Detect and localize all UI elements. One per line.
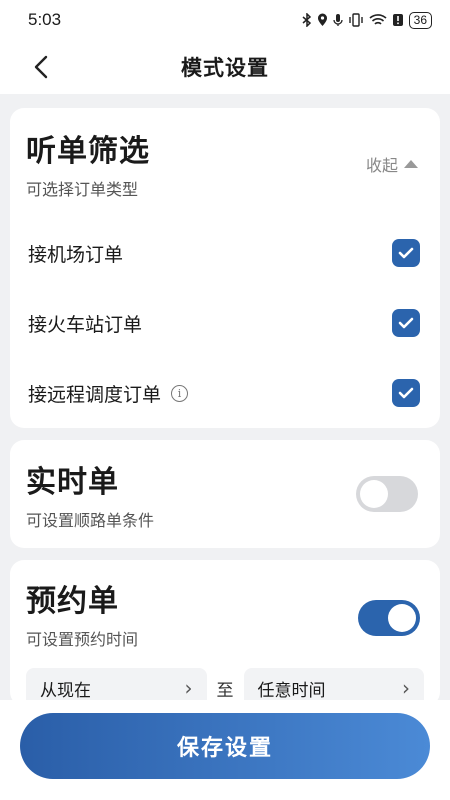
info-icon[interactable]: i bbox=[171, 384, 189, 402]
realtime-order-text: 实时单 可设置顺路单条件 bbox=[26, 457, 154, 531]
status-time: 5:03 bbox=[28, 10, 62, 29]
toggle-knob bbox=[388, 604, 416, 632]
realtime-order-toggle[interactable] bbox=[356, 476, 418, 512]
order-filter-subtitle: 可选择订单类型 bbox=[26, 180, 139, 199]
toggle-knob bbox=[360, 480, 388, 508]
booking-order-card: 预约单 可设置预约时间 从现在 › 至 任意时间 › bbox=[10, 560, 440, 708]
collapse-label: 收起 bbox=[365, 156, 398, 175]
vibrate-icon bbox=[348, 13, 363, 27]
time-range-separator: 至 bbox=[216, 680, 234, 701]
realtime-order-card: 实时单 可设置顺路单条件 bbox=[10, 440, 440, 548]
bluetooth-icon bbox=[302, 13, 311, 27]
mic-icon bbox=[332, 14, 343, 26]
option-airport-checkbox[interactable] bbox=[392, 239, 420, 267]
bottom-action-bar: 保存设置 bbox=[0, 700, 450, 800]
option-remote-dispatch-label-group: 接远程调度订单 i bbox=[28, 380, 189, 407]
chevron-left-icon bbox=[34, 55, 48, 79]
booking-order-toggle[interactable] bbox=[358, 600, 420, 636]
check-icon bbox=[398, 247, 414, 259]
start-time-label: 从现在 bbox=[40, 680, 91, 701]
option-train-station-row[interactable]: 接火车站订单 bbox=[26, 288, 424, 358]
save-settings-button[interactable]: 保存设置 bbox=[20, 713, 430, 779]
booking-order-title: 预约单 bbox=[26, 584, 119, 619]
collapse-button[interactable]: 收起 bbox=[366, 152, 418, 176]
battery-indicator: 36 bbox=[408, 11, 432, 29]
realtime-order-title: 实时单 bbox=[26, 465, 119, 500]
triangle-up-icon bbox=[404, 160, 418, 168]
option-remote-dispatch-checkbox[interactable] bbox=[392, 379, 420, 407]
alert-icon bbox=[392, 14, 403, 26]
status-icons: 36 bbox=[302, 11, 432, 29]
option-remote-dispatch-label: 接远程调度订单 bbox=[28, 383, 162, 406]
back-button[interactable] bbox=[26, 52, 56, 82]
check-icon bbox=[398, 317, 414, 329]
page-title: 模式设置 bbox=[181, 56, 269, 80]
option-train-station-label: 接火车站订单 bbox=[28, 313, 143, 336]
chevron-right-icon: › bbox=[184, 676, 193, 700]
option-airport-label: 接机场订单 bbox=[28, 243, 124, 266]
option-train-station-checkbox[interactable] bbox=[392, 309, 420, 337]
check-icon bbox=[398, 387, 414, 399]
nav-bar: 模式设置 bbox=[0, 40, 450, 94]
booking-order-header: 预约单 可设置预约时间 bbox=[26, 576, 424, 650]
location-icon bbox=[317, 13, 327, 26]
option-airport-row[interactable]: 接机场订单 bbox=[26, 218, 424, 288]
wifi-icon bbox=[369, 14, 387, 25]
order-filter-card: 听单筛选 可选择订单类型 收起 接机场订单 接火车站订单 接远程调度订单 i bbox=[10, 108, 440, 428]
order-filter-title: 听单筛选 bbox=[26, 134, 150, 169]
main-content: 听单筛选 可选择订单类型 收起 接机场订单 接火车站订单 接远程调度订单 i 实… bbox=[0, 94, 450, 708]
end-time-label: 任意时间 bbox=[257, 680, 326, 701]
chevron-right-icon: › bbox=[402, 676, 410, 700]
booking-order-text: 预约单 可设置预约时间 bbox=[26, 576, 138, 650]
order-filter-header: 听单筛选 可选择订单类型 收起 bbox=[26, 108, 424, 218]
realtime-order-subtitle: 可设置顺路单条件 bbox=[26, 511, 155, 530]
option-remote-dispatch-row[interactable]: 接远程调度订单 i bbox=[26, 358, 424, 428]
status-bar: 5:03 36 bbox=[0, 0, 450, 40]
booking-order-subtitle: 可设置预约时间 bbox=[26, 630, 139, 649]
